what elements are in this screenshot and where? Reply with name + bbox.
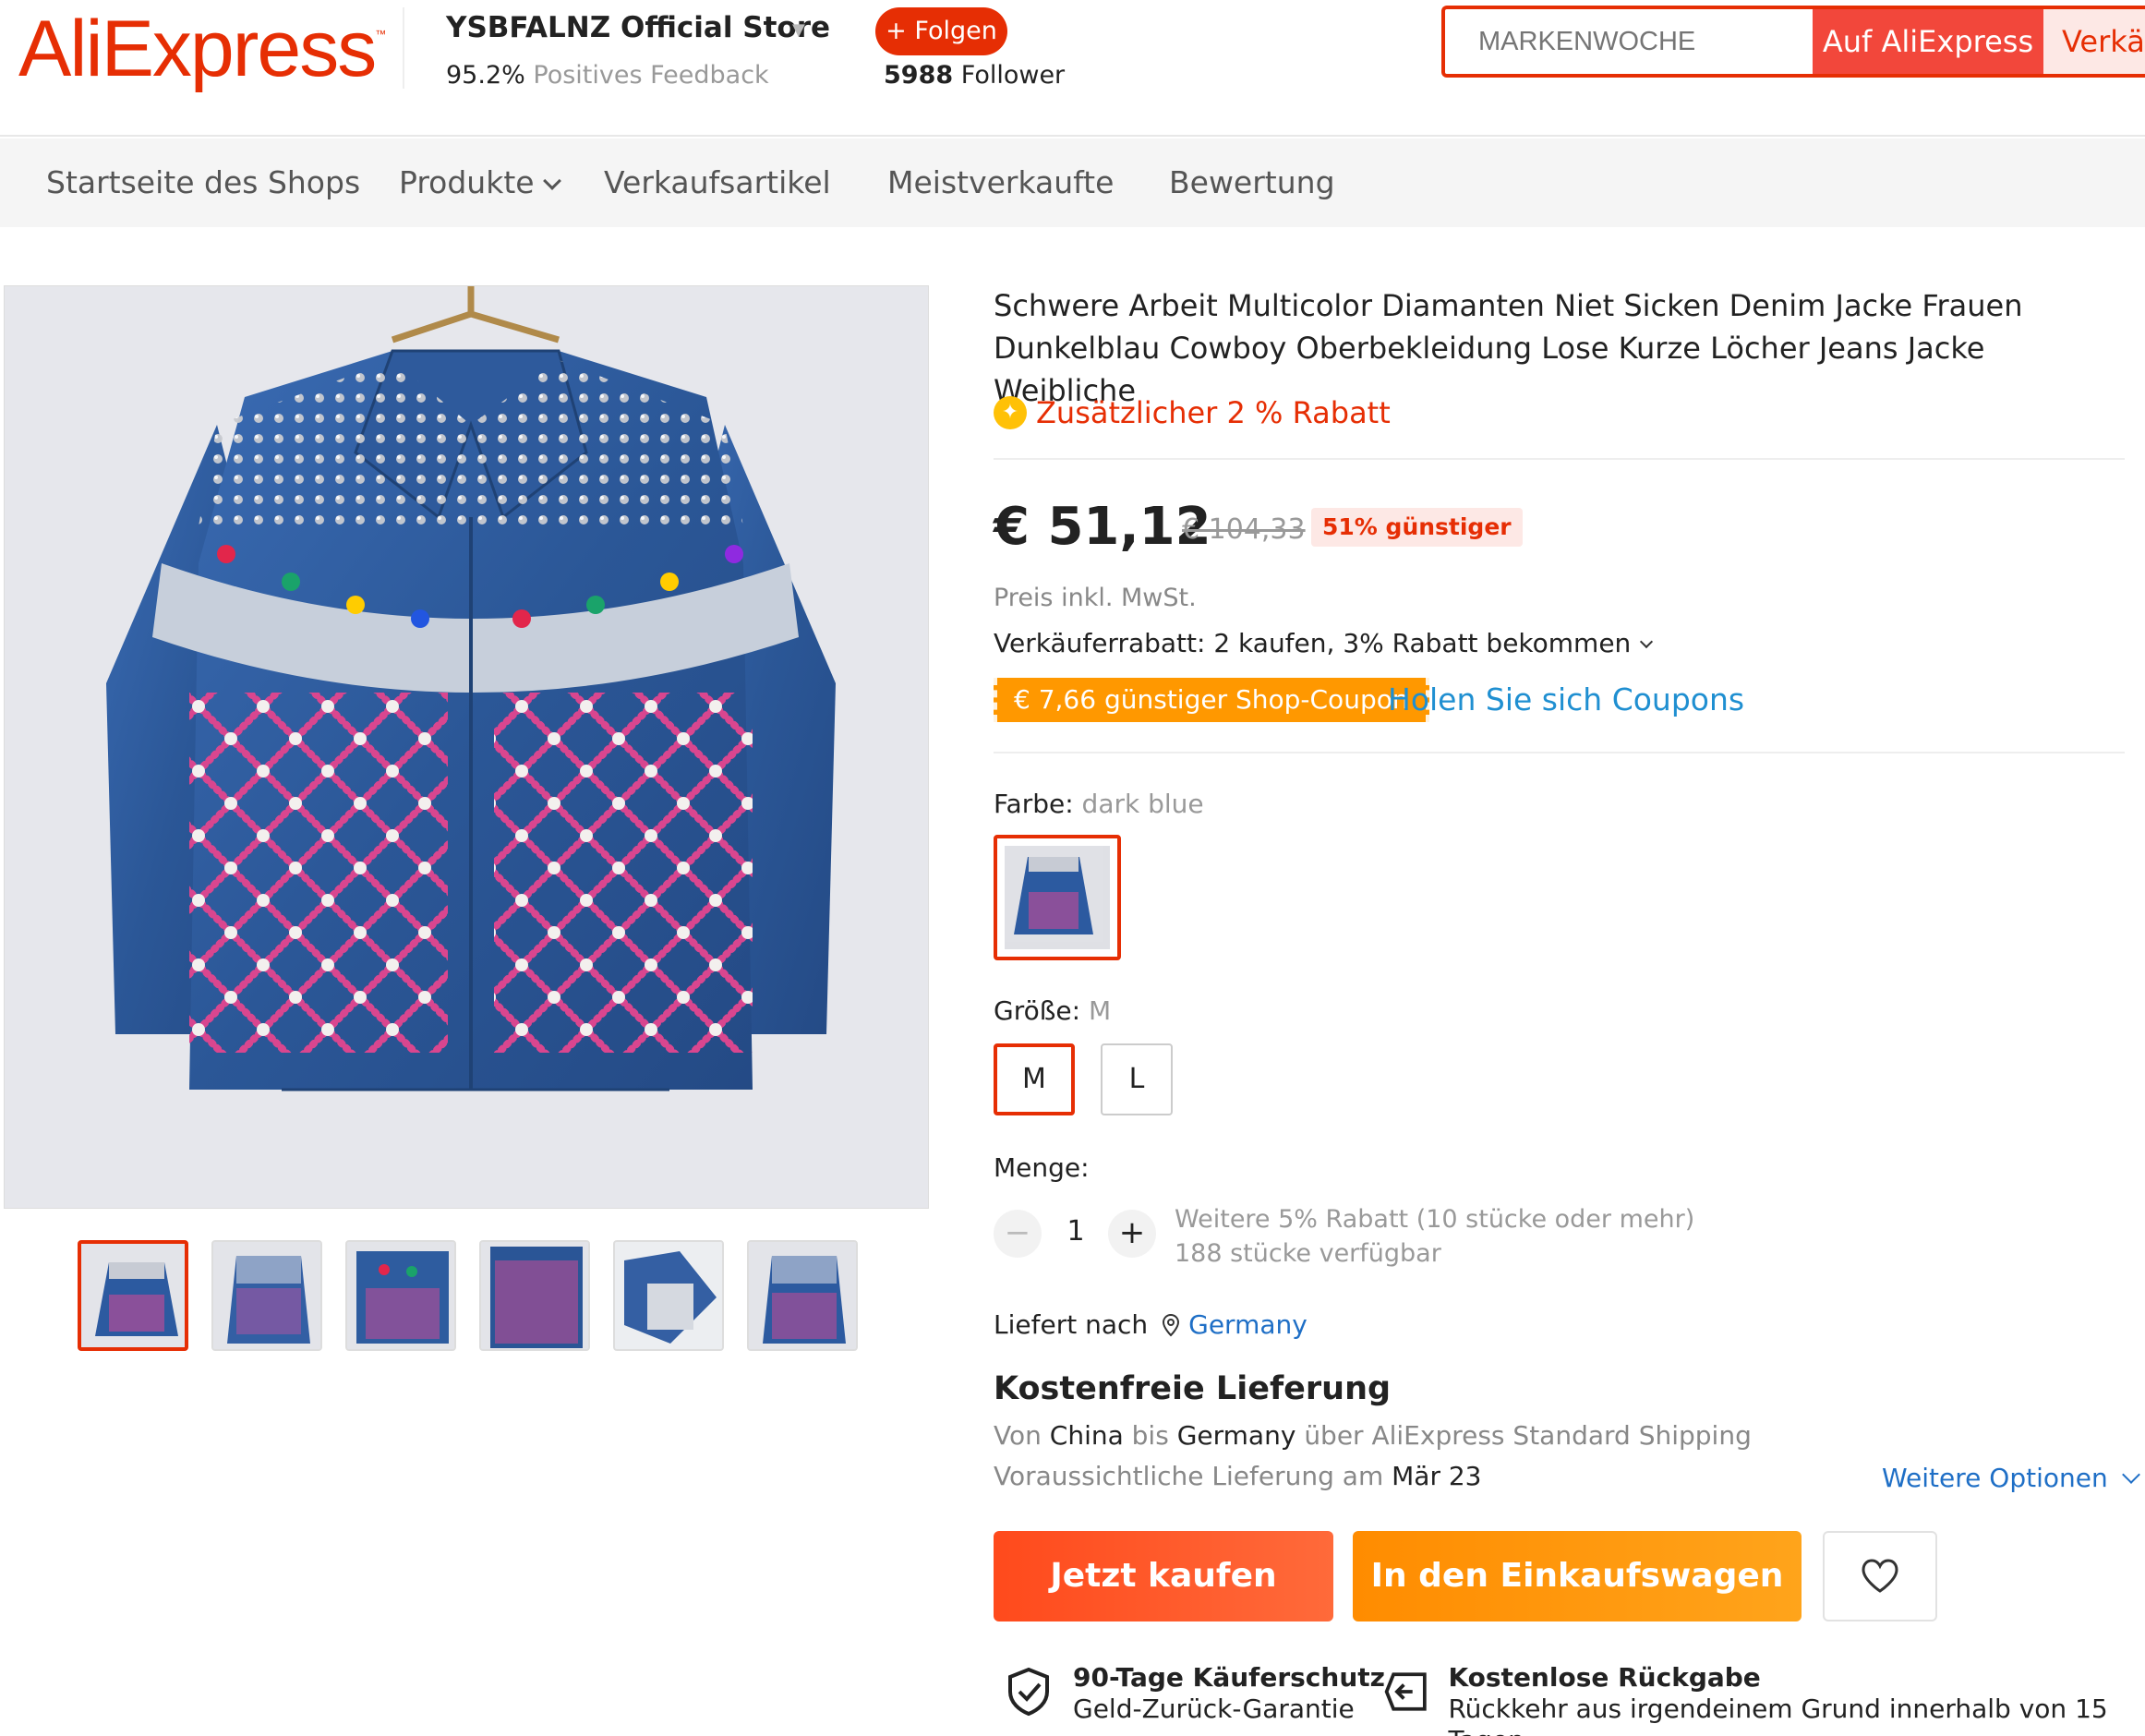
jacket-thumbnail-image — [481, 1242, 588, 1349]
nav-bestsellers[interactable]: Meistverkaufte — [887, 164, 1114, 200]
shop-coupon[interactable]: € 7,66 günstiger Shop-Coupon — [994, 678, 1429, 722]
free-return-subtitle: Rückkehr aus irgendeinem Grund innerhalb… — [1448, 1694, 2108, 1736]
search-bar: Auf AliExpress Verkäufer — [1441, 6, 2145, 78]
ship-to: Liefert nach Germany — [994, 1309, 1307, 1340]
buyer-protection-subtitle: Geld-Zurück-Garantie — [1073, 1694, 1355, 1724]
nav-products[interactable]: Produkte — [399, 164, 561, 200]
extra-discount-promo: ✦ Zusätzlicher 2 % Rabatt — [994, 395, 1391, 430]
get-coupons-link[interactable]: Holen Sie sich Coupons — [1388, 681, 1744, 717]
chevron-down-icon — [542, 172, 561, 190]
location-pin-icon — [1163, 1313, 1180, 1336]
jacket-thumbnail-image — [81, 1244, 185, 1347]
quantity-note: Weitere 5% Rabatt (10 stücke oder mehr) … — [1175, 1205, 1695, 1268]
quantity-label: Menge: — [994, 1152, 1090, 1183]
divider — [994, 752, 2125, 753]
original-price: € 104,33 — [1182, 513, 1306, 546]
nav-store-home[interactable]: Startseite des Shops — [46, 164, 360, 200]
add-to-cart-button[interactable]: In den Einkaufswagen — [1353, 1531, 1802, 1621]
store-nav: Startseite des Shops Produkte Verkaufsar… — [0, 139, 2145, 227]
chevron-down-icon[interactable]: ▼ — [792, 20, 805, 40]
header-divider — [403, 7, 404, 89]
free-return-title: Kostenlose Rückgabe — [1448, 1662, 1761, 1693]
search-aliexpress-button[interactable]: Auf AliExpress — [1813, 9, 2043, 74]
product-price: € 51,12 — [994, 497, 1211, 557]
chevron-down-icon — [1640, 634, 1654, 649]
quantity-value[interactable]: 1 — [1062, 1215, 1090, 1248]
return-icon — [1384, 1672, 1427, 1711]
jacket-swatch-image — [1005, 846, 1103, 942]
header: AliExpress™ YSBFALNZ Official Store ▼ 95… — [0, 0, 2145, 137]
thumbnail[interactable] — [345, 1240, 456, 1351]
nav-sale-items[interactable]: Verkaufsartikel — [604, 164, 831, 200]
extra-discount-text: Zusätzlicher 2 % Rabatt — [1036, 395, 1391, 430]
color-value: dark blue — [1081, 789, 1204, 819]
thumbnail[interactable] — [613, 1240, 724, 1351]
store-feedback: 95.2% Positives Feedback — [446, 61, 769, 90]
jacket-thumbnail-image — [213, 1242, 320, 1349]
free-shipping-title: Kostenfreie Lieferung — [994, 1370, 1392, 1407]
ship-to-country[interactable]: Germany — [1188, 1309, 1307, 1340]
sparkle-icon: ✦ — [994, 396, 1027, 429]
product-title: Schwere Arbeit Multicolor Diamanten Niet… — [994, 288, 2023, 408]
jacket-thumbnail-image — [749, 1242, 856, 1349]
store-name[interactable]: YSBFALNZ Official Store — [446, 11, 830, 44]
heart-icon — [1862, 1559, 1898, 1593]
seller-discount[interactable]: Verkäuferrabatt: 2 kaufen, 3% Rabatt bek… — [994, 628, 1654, 658]
search-seller-button[interactable]: Verkäufer — [2043, 9, 2145, 74]
follow-button[interactable]: + Folgen — [875, 7, 1007, 55]
shipping-route: Von China bis Germany über AliExpress St… — [994, 1420, 1752, 1451]
size-option-l[interactable]: L — [1101, 1043, 1173, 1115]
quantity-increase-button[interactable]: + — [1108, 1210, 1156, 1258]
buy-now-button[interactable]: Jetzt kaufen — [994, 1531, 1333, 1621]
product-main-image[interactable] — [4, 285, 929, 1209]
divider — [994, 458, 2125, 460]
color-option-dark-blue[interactable] — [994, 835, 1121, 960]
free-return: Kostenlose Rückgabe Rückkehr aus irgende… — [1381, 1662, 2145, 1736]
thumbnail[interactable] — [78, 1240, 188, 1351]
more-shipping-options[interactable]: Weitere Optionen — [1882, 1463, 2140, 1493]
search-input[interactable] — [1445, 9, 1814, 74]
denim-jacket-image — [5, 286, 928, 1208]
chevron-down-icon — [2121, 1465, 2140, 1484]
quantity-decrease-button[interactable]: − — [994, 1210, 1042, 1258]
buyer-protection: 90-Tage Käuferschutz Geld-Zurück-Garanti… — [1003, 1662, 1385, 1725]
vat-note: Preis inkl. MwSt. — [994, 584, 1197, 612]
thumbnail[interactable] — [211, 1240, 322, 1351]
color-label: Farbe: dark blue — [994, 789, 1204, 819]
nav-reviews[interactable]: Bewertung — [1169, 164, 1335, 200]
size-label: Größe: M — [994, 995, 1112, 1026]
follower-count: 5988 Follower — [884, 61, 1066, 90]
discount-badge: 51% günstiger — [1311, 508, 1523, 547]
size-value: M — [1088, 995, 1112, 1026]
aliexpress-logo[interactable]: AliExpress™ — [18, 4, 386, 95]
feedback-label: Positives Feedback — [533, 61, 769, 90]
size-option-m[interactable]: M — [994, 1043, 1075, 1115]
jacket-thumbnail-image — [347, 1242, 454, 1349]
delivery-estimate: Voraussichtliche Lieferung am Mär 23 — [994, 1461, 1482, 1491]
jacket-thumbnail-image — [615, 1242, 722, 1349]
buyer-protection-title: 90-Tage Käuferschutz — [1073, 1662, 1385, 1693]
thumbnail[interactable] — [479, 1240, 590, 1351]
feedback-percent: 95.2% — [446, 61, 525, 90]
shield-check-icon — [1008, 1667, 1049, 1717]
wishlist-button[interactable] — [1823, 1531, 1937, 1621]
thumbnail[interactable] — [747, 1240, 858, 1351]
